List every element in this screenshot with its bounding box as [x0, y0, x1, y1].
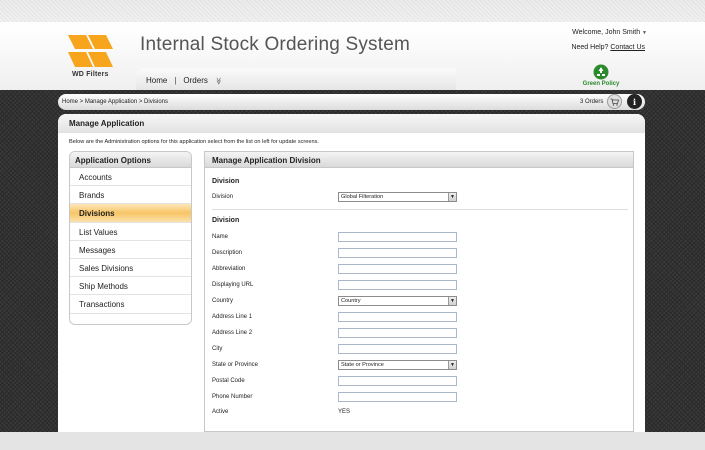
option-divisions[interactable]: Divisions	[70, 204, 191, 223]
option-ship-methods[interactable]: Ship Methods	[70, 277, 191, 296]
division-select-value: Global Filteration	[341, 194, 384, 200]
phone-number-label: Phone Number	[212, 394, 253, 400]
cart-button[interactable]	[607, 94, 622, 109]
footer-strip	[0, 432, 705, 450]
state-select[interactable]: State or Province ▼	[338, 360, 457, 370]
page-title: Manage Application	[69, 119, 145, 128]
main-panel: Manage Application Below are the Adminis…	[58, 114, 645, 432]
displaying-url-input[interactable]	[338, 280, 457, 290]
postal-code-input[interactable]	[338, 376, 457, 386]
main-nav: Home | Orders ≫	[146, 76, 222, 85]
state-label: State or Province	[212, 362, 259, 368]
name-label: Name	[212, 234, 229, 240]
section-division-details-title: Division	[212, 217, 240, 224]
country-select[interactable]: Country ▼	[338, 296, 457, 306]
help-area: Need Help? Contact Us	[571, 44, 645, 51]
logo-text: WD Filters	[72, 71, 109, 78]
green-policy-label: Green Policy	[582, 81, 620, 87]
wd-filters-logo[interactable]	[66, 33, 116, 69]
address-line-1-input[interactable]	[338, 312, 457, 322]
active-value: YES	[338, 409, 351, 415]
address-line-2-input[interactable]	[338, 328, 457, 338]
options-title: Application Options	[70, 152, 191, 168]
nav-home[interactable]: Home	[146, 76, 167, 85]
country-label: Country	[212, 298, 234, 304]
dropdown-arrow-icon: ▼	[448, 361, 456, 369]
address-line-1-label: Address Line 1	[212, 314, 253, 320]
division-label: Division	[212, 194, 234, 200]
info-icon: i	[632, 96, 637, 107]
division-form-panel: Manage Application Division Division Div…	[204, 151, 634, 432]
section-division-select-title: Division	[212, 178, 240, 185]
description-label: Description	[212, 250, 243, 256]
intro-text: Below are the Administration options for…	[69, 139, 319, 145]
dropdown-arrow-icon: ▼	[448, 193, 456, 201]
name-input[interactable]	[338, 232, 457, 242]
abbreviation-label: Abbreviation	[212, 266, 246, 272]
breadcrumb[interactable]: Home > Manage Application > Divisions	[62, 99, 168, 105]
orders-count[interactable]: 3 Orders	[580, 99, 603, 105]
option-transactions[interactable]: Transactions	[70, 295, 191, 314]
app-title: Internal Stock Ordering System	[140, 34, 410, 55]
form-title: Manage Application Division	[205, 152, 633, 168]
city-input[interactable]	[338, 344, 457, 354]
description-input[interactable]	[338, 248, 457, 258]
nav-orders[interactable]: Orders	[183, 76, 207, 85]
displaying-url-label: Displaying URL	[212, 282, 254, 288]
user-menu[interactable]: Welcome, John Smith ▼	[572, 29, 647, 36]
option-list-values[interactable]: List Values	[70, 223, 191, 241]
contact-us-link[interactable]: Contact Us	[610, 44, 645, 51]
green-policy[interactable]: Green Policy	[579, 64, 623, 87]
abbreviation-input[interactable]	[338, 264, 457, 274]
city-label: City	[212, 346, 223, 352]
welcome-text: Welcome, John Smith	[572, 29, 641, 36]
division-select[interactable]: Global Filteration ▼	[338, 192, 457, 202]
dropdown-arrow-icon: ▼	[448, 297, 456, 305]
main-header	[58, 114, 645, 133]
option-messages[interactable]: Messages	[70, 241, 191, 259]
caret-down-icon[interactable]: ▼	[642, 30, 647, 36]
chevron-down-icon[interactable]: ≫	[215, 77, 223, 84]
option-sales-divisions[interactable]: Sales Divisions	[70, 259, 191, 278]
address-line-2-label: Address Line 2	[212, 330, 253, 336]
active-label: Active	[212, 409, 229, 415]
nav-separator: |	[174, 76, 177, 85]
option-accounts[interactable]: Accounts	[70, 168, 191, 187]
option-brands[interactable]: Brands	[70, 186, 191, 205]
recycle-icon	[593, 64, 609, 80]
section-divider	[212, 209, 628, 210]
cart-icon	[610, 98, 619, 106]
help-prefix: Need Help?	[571, 44, 609, 51]
phone-number-input[interactable]	[338, 392, 457, 402]
country-select-value: Country	[341, 298, 361, 304]
state-select-value: State or Province	[341, 362, 384, 368]
info-button[interactable]: i	[627, 94, 642, 109]
postal-code-label: Postal Code	[212, 378, 245, 384]
application-options-panel: Application Options Accounts Brands Divi…	[69, 151, 192, 325]
